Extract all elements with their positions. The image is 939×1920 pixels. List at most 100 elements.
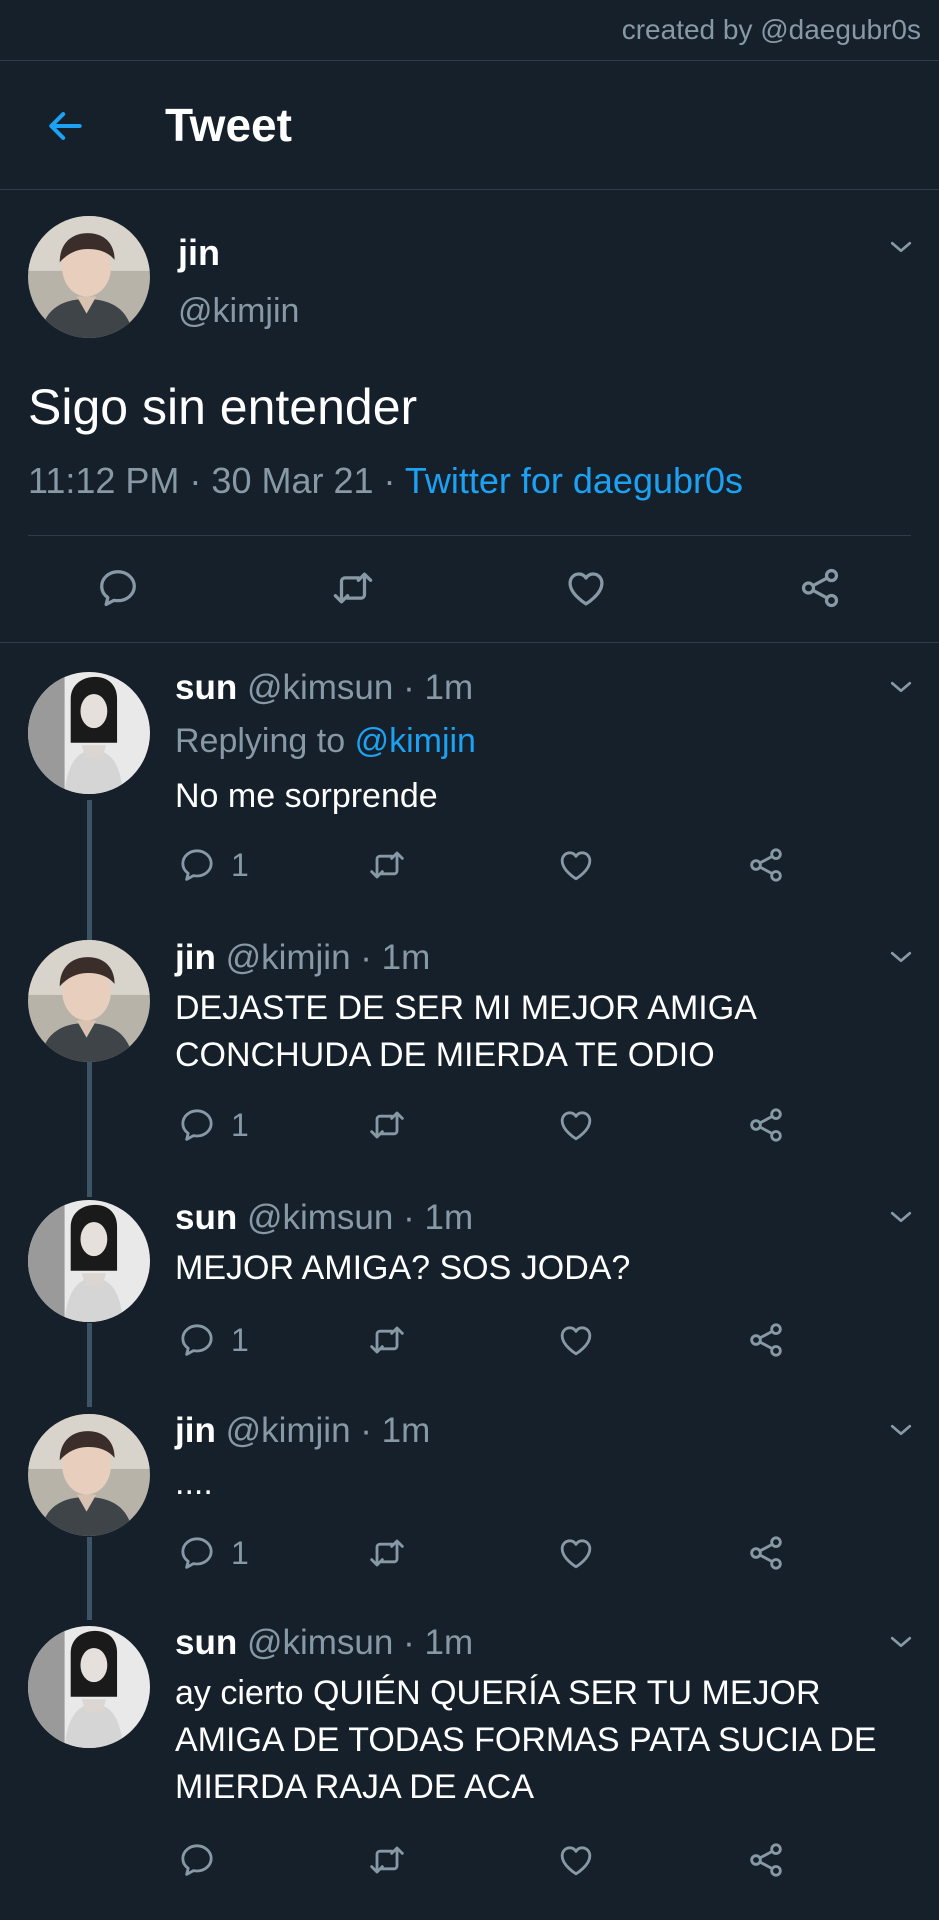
reply-button[interactable]: 1: [177, 845, 249, 885]
like-icon: [556, 1320, 596, 1360]
like-icon: [556, 1533, 596, 1573]
reply-header: sun @kimsun · 1m: [175, 1623, 473, 1663]
reply-text-line: MIERDA RAJA DE ACA: [175, 1768, 534, 1806]
like-button[interactable]: [556, 1320, 596, 1360]
share-button[interactable]: [746, 1533, 786, 1573]
more-options-button[interactable]: [886, 1415, 916, 1445]
reply-text-line: ay cierto QUIÉN QUERÍA SER TU MEJOR: [175, 1674, 821, 1712]
share-button[interactable]: [746, 845, 786, 885]
reply-header: jin @kimjin · 1m: [175, 938, 430, 978]
author-name[interactable]: jin: [175, 1411, 216, 1450]
more-options-button[interactable]: [886, 672, 916, 702]
like-button[interactable]: [556, 845, 596, 885]
reply-text: ....: [175, 1464, 213, 1502]
more-options-button[interactable]: [886, 232, 916, 262]
reply-button[interactable]: [95, 565, 141, 611]
retweet-icon: [328, 565, 378, 611]
retweet-icon: [365, 1533, 409, 1573]
avatar[interactable]: [28, 216, 150, 338]
author-handle[interactable]: @kimjin: [178, 292, 299, 331]
share-icon: [746, 1840, 786, 1880]
retweet-button[interactable]: [328, 565, 378, 611]
like-button[interactable]: [556, 1840, 596, 1880]
retweet-button[interactable]: [365, 1105, 409, 1145]
like-icon: [556, 1105, 596, 1145]
avatar[interactable]: [28, 1200, 150, 1322]
author-name[interactable]: jin: [175, 938, 216, 977]
share-icon: [746, 845, 786, 885]
more-options-button[interactable]: [886, 1202, 916, 1232]
like-icon: [556, 1840, 596, 1880]
like-button[interactable]: [556, 1533, 596, 1573]
back-button[interactable]: [40, 101, 90, 151]
page-title: Tweet: [165, 99, 292, 151]
reply-text: DEJASTE DE SER MI MEJOR AMIGA CONCHUDA D…: [175, 985, 915, 1079]
retweet-button[interactable]: [365, 1320, 409, 1360]
share-button[interactable]: [746, 1105, 786, 1145]
reply-time: · 1m: [403, 668, 474, 707]
like-icon: [556, 845, 596, 885]
reply-icon: [95, 565, 141, 611]
retweet-icon: [365, 1840, 409, 1880]
like-button[interactable]: [556, 1105, 596, 1145]
like-button[interactable]: [563, 565, 609, 611]
reply-time: · 1m: [360, 938, 431, 977]
chevron-down-icon: [886, 232, 916, 262]
author-handle[interactable]: @kimjin: [226, 1411, 351, 1450]
retweet-button[interactable]: [365, 845, 409, 885]
share-icon: [746, 1105, 786, 1145]
reply-count: 1: [231, 1106, 249, 1143]
share-icon: [746, 1533, 786, 1573]
avatar[interactable]: [28, 1414, 150, 1536]
avatar[interactable]: [28, 940, 150, 1062]
reply-icon: [177, 1533, 217, 1573]
author-name[interactable]: sun: [175, 668, 237, 707]
author-name[interactable]: jin: [178, 232, 220, 274]
author-name[interactable]: sun: [175, 1623, 237, 1662]
author-name[interactable]: sun: [175, 1198, 237, 1237]
reply-text-line: DEJASTE DE SER MI MEJOR AMIGA: [175, 989, 757, 1027]
share-button[interactable]: [746, 1320, 786, 1360]
share-button[interactable]: [797, 565, 843, 611]
share-icon: [746, 1320, 786, 1360]
divider: [28, 535, 911, 536]
retweet-icon: [365, 1320, 409, 1360]
thread-line: [87, 1062, 92, 1197]
retweet-icon: [365, 845, 409, 885]
share-button[interactable]: [746, 1840, 786, 1880]
separator: ·: [373, 460, 405, 501]
avatar[interactable]: [28, 1626, 150, 1748]
author-handle[interactable]: @kimsun: [247, 1198, 393, 1237]
chevron-down-icon: [886, 1415, 916, 1445]
thread-line: [87, 1323, 92, 1407]
retweet-button[interactable]: [365, 1840, 409, 1880]
reply-header: jin @kimjin · 1m: [175, 1411, 430, 1451]
reply-count: 1: [231, 1321, 249, 1358]
replying-to: Replying to @kimjin: [175, 722, 476, 761]
like-icon: [563, 565, 609, 611]
reply-button[interactable]: [177, 1840, 231, 1880]
author-handle[interactable]: @kimsun: [247, 668, 393, 707]
tweet-meta: 11:12 PM · 30 Mar 21 · Twitter for daegu…: [28, 460, 743, 502]
reply-icon: [177, 1105, 217, 1145]
reply-button[interactable]: 1: [177, 1320, 249, 1360]
reply-button[interactable]: 1: [177, 1533, 249, 1573]
divider: [0, 642, 939, 643]
author-handle[interactable]: @kimsun: [247, 1623, 393, 1662]
more-options-button[interactable]: [886, 942, 916, 972]
chevron-down-icon: [886, 672, 916, 702]
reply-button[interactable]: 1: [177, 1105, 249, 1145]
thread-line: [87, 800, 92, 940]
retweet-button[interactable]: [365, 1533, 409, 1573]
tweet-source[interactable]: Twitter for daegubr0s: [405, 460, 743, 501]
more-options-button[interactable]: [886, 1627, 916, 1657]
reply-text: No me sorprende: [175, 777, 438, 815]
reply-icon: [177, 845, 217, 885]
share-icon: [797, 565, 843, 611]
top-bar: Tweet: [0, 61, 939, 190]
author-handle[interactable]: @kimjin: [226, 938, 351, 977]
avatar[interactable]: [28, 672, 150, 794]
mention-link[interactable]: @kimjin: [355, 722, 476, 760]
reply-header: sun @kimsun · 1m: [175, 668, 473, 708]
reply-count: 1: [231, 846, 249, 883]
